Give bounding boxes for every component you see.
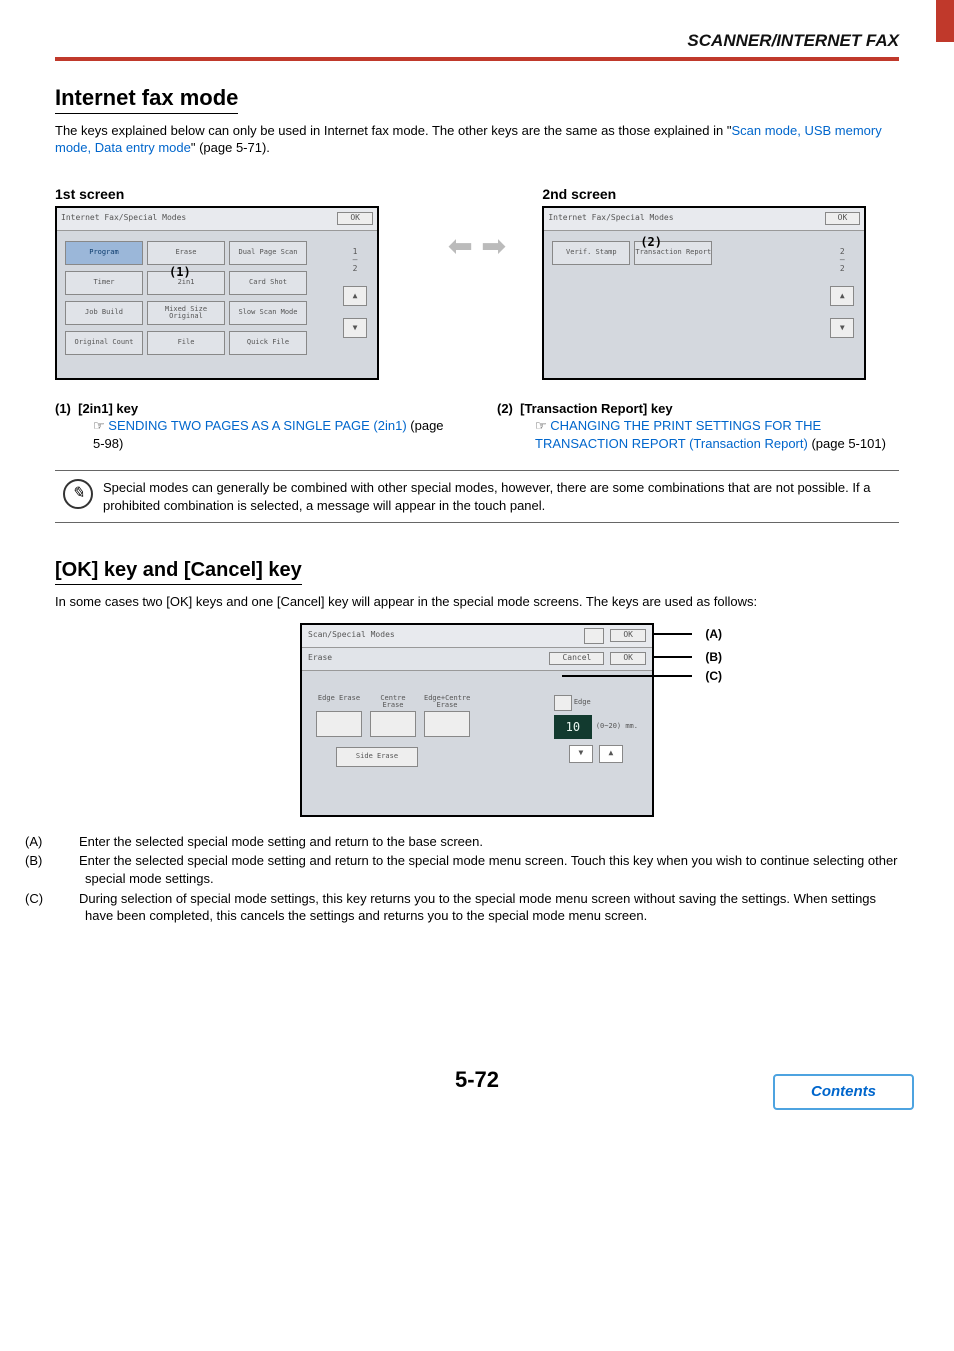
intro-text-2: " (page 5-71). <box>191 140 270 155</box>
erase-panel-title-1: Scan/Special Modes <box>308 630 395 641</box>
screen-nav-arrow-icon: ⬅ ➡ <box>442 167 513 268</box>
pointer-icon: ☞ <box>535 418 547 433</box>
panel2-title: Internet Fax/Special Modes <box>548 213 673 224</box>
ok-cancel-intro: In some cases two [OK] keys and one [Can… <box>55 593 899 611</box>
note-box: ✎ Special modes can generally be combine… <box>55 470 899 523</box>
ok-cancel-heading: [OK] key and [Cancel] key <box>55 557 302 585</box>
panel1-page: 1 <box>353 247 358 256</box>
transaction-report-link[interactable]: CHANGING THE PRINT SETTINGS FOR THE TRAN… <box>535 418 821 451</box>
original-count-button[interactable]: Original Count <box>65 331 143 355</box>
desc-a: (A)Enter the selected special mode setti… <box>55 833 899 851</box>
panel1-ok-button[interactable]: OK <box>337 212 373 225</box>
edge-mini-icon <box>554 695 572 711</box>
value-down-button[interactable]: ▼ <box>569 745 593 763</box>
erase-panel-cancel[interactable]: Cancel <box>549 652 604 665</box>
panel1-title: Internet Fax/Special Modes <box>61 213 186 224</box>
note-icon: ✎ <box>63 479 93 509</box>
chapter-color-tab <box>936 0 954 42</box>
card-shot-button[interactable]: Card Shot <box>229 271 307 295</box>
erase-panel-title-2: Erase <box>308 653 332 664</box>
panel2-pages: 2 <box>840 264 845 273</box>
special-modes-panel-2: Internet Fax/Special Modes OK Verif. Sta… <box>542 206 866 380</box>
leader-c <box>562 675 692 677</box>
panel2-page: 2 <box>840 247 845 256</box>
note-text: Special modes can generally be combined … <box>103 480 870 513</box>
slow-scan-button[interactable]: Slow Scan Mode <box>229 301 307 325</box>
panel2-ok-button[interactable]: OK <box>825 212 861 225</box>
label-c: (C) <box>705 668 722 684</box>
side-erase-button[interactable]: Side Erase <box>336 747 418 767</box>
pointer-icon: ☞ <box>93 418 105 433</box>
timer-button[interactable]: Timer <box>65 271 143 295</box>
callout-one: (1) <box>169 264 191 280</box>
contents-button[interactable]: Contents <box>773 1074 914 1110</box>
panel1-down-button[interactable]: ▼ <box>343 318 367 338</box>
desc-b: (B)Enter the selected special mode setti… <box>55 852 899 887</box>
value-up-button[interactable]: ▲ <box>599 745 623 763</box>
intro-paragraph: The keys explained below can only be use… <box>55 122 899 157</box>
edge-label: Edge <box>574 698 591 707</box>
key-2-heading: (2) [Transaction Report] key <box>497 400 899 418</box>
quick-file-button[interactable]: Quick File <box>229 331 307 355</box>
intro-text-1: The keys explained below can only be use… <box>55 123 731 138</box>
second-screen-heading: 2nd screen <box>542 185 899 204</box>
header-rule <box>55 57 899 61</box>
special-modes-panel-1: Internet Fax/Special Modes OK Program Er… <box>55 206 379 380</box>
leader-b <box>652 656 692 658</box>
centre-erase-label: Centre Erase <box>370 695 416 711</box>
label-a: (A) <box>705 626 722 642</box>
verif-stamp-button[interactable]: Verif. Stamp <box>552 241 630 265</box>
erase-button[interactable]: Erase <box>147 241 225 265</box>
two-in-one-link[interactable]: SENDING TWO PAGES AS A SINGLE PAGE (2in1… <box>108 418 406 433</box>
desc-c: (C)During selection of special mode sett… <box>55 890 899 925</box>
edge-erase-label: Edge Erase <box>316 695 362 711</box>
edge-value: 10 <box>554 715 592 739</box>
edge-range: (0~20) mm. <box>596 722 638 731</box>
file-button[interactable]: File <box>147 331 225 355</box>
erase-settings-panel: Scan/Special Modes OK Erase Cancel OK Ed… <box>300 623 654 817</box>
panel2-down-button[interactable]: ▼ <box>830 318 854 338</box>
mixed-size-button[interactable]: Mixed Size Original <box>147 301 225 325</box>
program-button[interactable]: Program <box>65 241 143 265</box>
leader-a <box>652 633 692 635</box>
edge-centre-erase-button[interactable] <box>424 711 470 737</box>
first-screen-heading: 1st screen <box>55 185 412 204</box>
erase-panel-ok-a[interactable]: OK <box>610 629 646 642</box>
panel2-up-button[interactable]: ▲ <box>830 286 854 306</box>
job-build-button[interactable]: Job Build <box>65 301 143 325</box>
edge-centre-erase-label: Edge+Centre Erase <box>424 695 470 711</box>
key-1-heading: (1) [2in1] key <box>55 400 457 418</box>
centre-erase-button[interactable] <box>370 711 416 737</box>
dual-page-scan-button[interactable]: Dual Page Scan <box>229 241 307 265</box>
label-b: (B) <box>705 649 722 665</box>
key-2-page: (page 5-101) <box>811 436 885 451</box>
callout-two: (2) <box>640 234 662 250</box>
panel1-pages: 2 <box>353 264 358 273</box>
panel-mini-icon <box>584 628 604 644</box>
erase-panel-ok-b[interactable]: OK <box>610 652 646 665</box>
page-title: Internet fax mode <box>55 83 238 114</box>
edge-erase-button[interactable] <box>316 711 362 737</box>
panel1-up-button[interactable]: ▲ <box>343 286 367 306</box>
running-header: SCANNER/INTERNET FAX <box>55 30 899 57</box>
